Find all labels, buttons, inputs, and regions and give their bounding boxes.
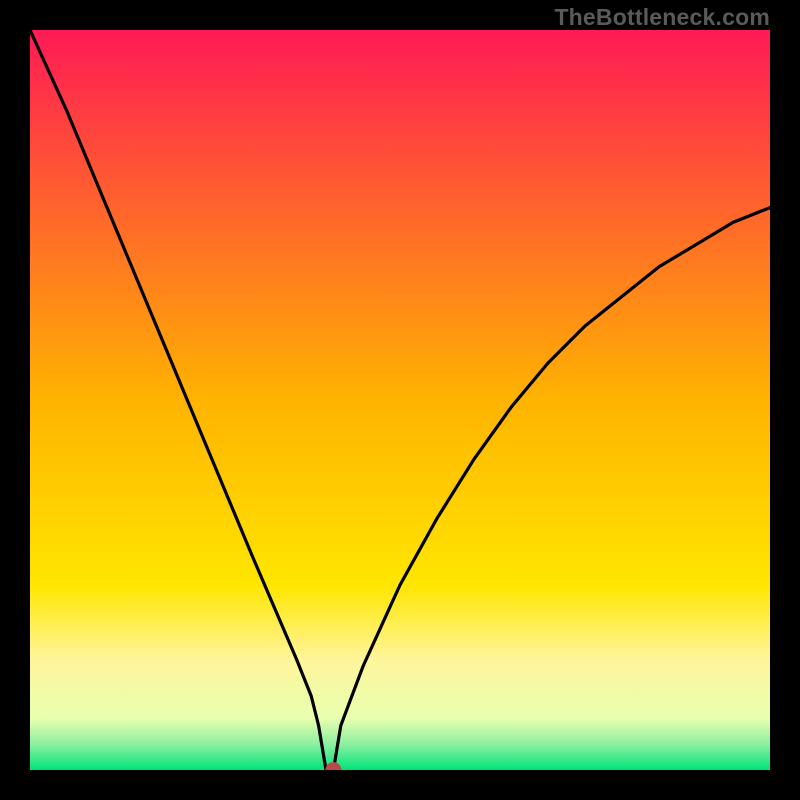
plot-area <box>30 30 770 770</box>
lowest-point-marker <box>325 762 341 770</box>
curve-layer <box>30 30 770 770</box>
watermark-text: TheBottleneck.com <box>554 4 770 31</box>
curve-path <box>30 30 770 770</box>
chart-container: TheBottleneck.com <box>0 0 800 800</box>
